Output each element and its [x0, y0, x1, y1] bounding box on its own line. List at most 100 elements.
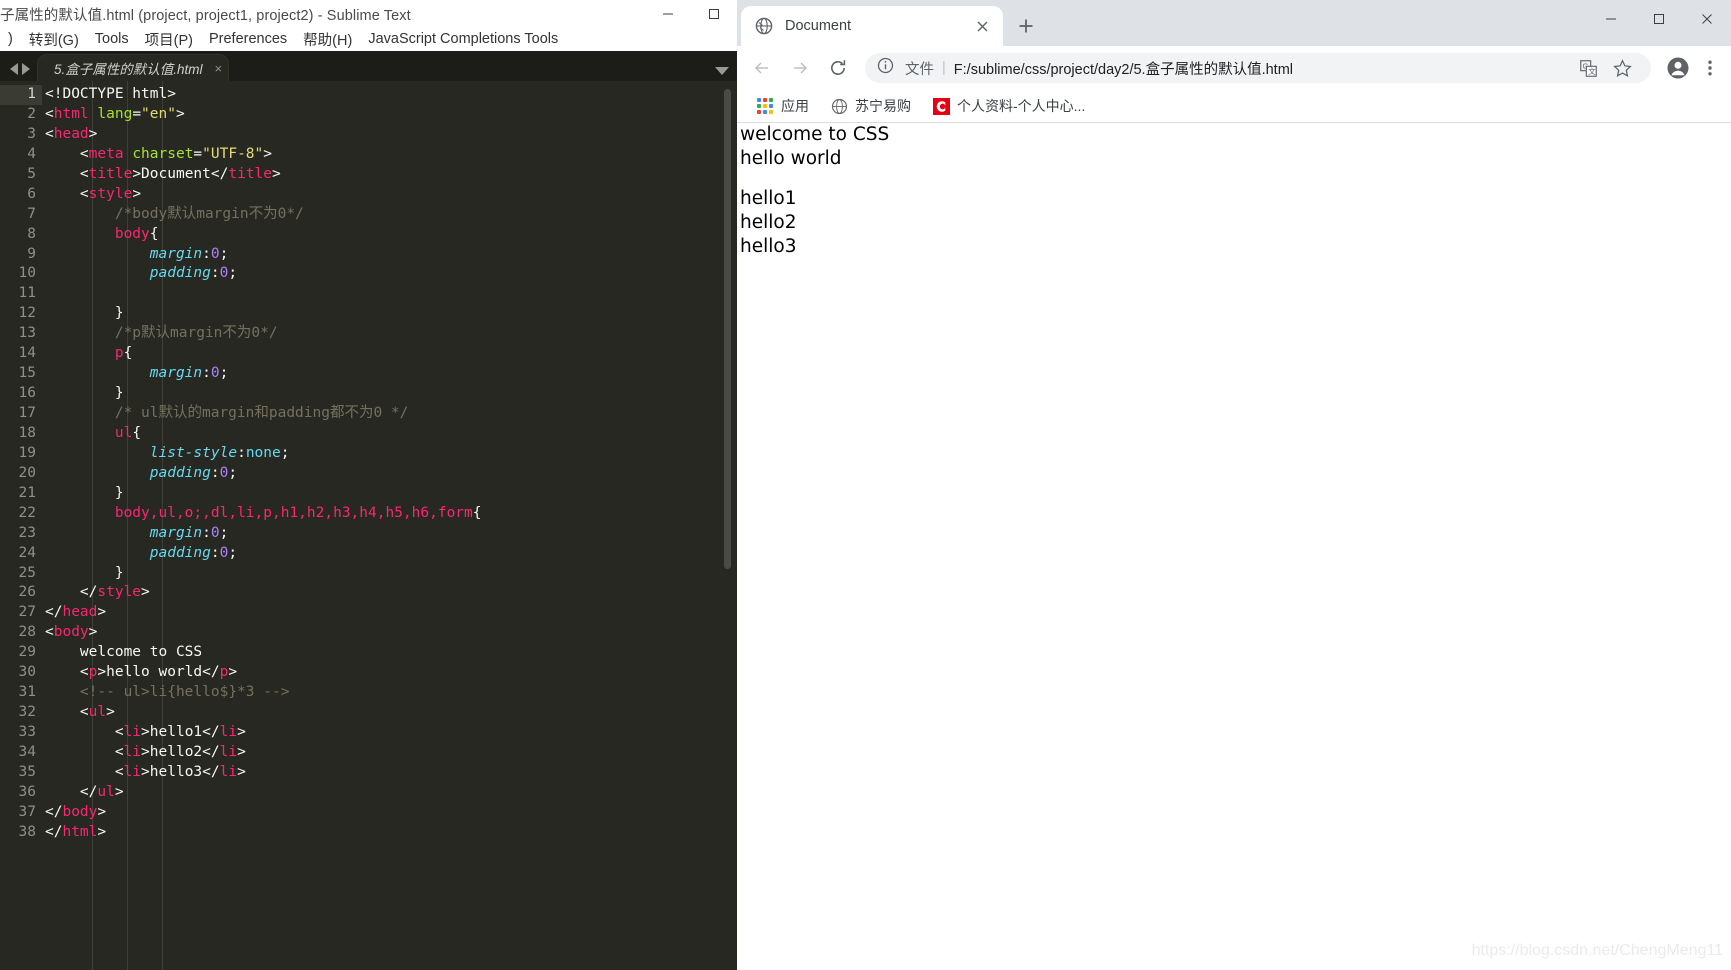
code-line[interactable]: <!DOCTYPE html>: [45, 85, 723, 105]
code-token: none: [245, 444, 281, 461]
back-arrow-icon[interactable]: [745, 51, 779, 85]
code-token: li: [123, 763, 142, 780]
tab-prev-icon[interactable]: [10, 63, 18, 75]
code-line[interactable]: </head>: [45, 603, 723, 623]
code-token: </: [202, 724, 220, 740]
chrome-minimize-button[interactable]: [1587, 0, 1635, 38]
code-line[interactable]: </style>: [45, 583, 723, 603]
code-token: </: [202, 743, 220, 760]
code-line[interactable]: p{: [45, 344, 723, 364]
menu-item-help[interactable]: 帮助(H): [295, 29, 360, 50]
editor-scrollbar[interactable]: [724, 89, 731, 569]
code-line[interactable]: <li>hello2</li>: [45, 743, 723, 763]
code-line[interactable]: margin:0;: [45, 524, 723, 544]
chrome-close-button[interactable]: [1683, 0, 1731, 38]
code-line[interactable]: }: [45, 564, 723, 584]
code-line[interactable]: </html>: [45, 823, 723, 843]
address-bar[interactable]: 文件 | F:/sublime/css/project/day2/5.盒子属性的…: [865, 53, 1651, 83]
code-line[interactable]: padding:0;: [45, 264, 723, 284]
code-token: >: [132, 185, 142, 202]
line-number: 32: [18, 704, 36, 721]
reload-icon[interactable]: [821, 51, 855, 85]
code-line[interactable]: list-style:none;: [45, 444, 723, 464]
three-dot-menu-icon[interactable]: [1695, 51, 1725, 85]
code-line[interactable]: <li>hello1</li>: [45, 723, 723, 743]
sublime-editor[interactable]: 1 2 3 4 5 6 7 8 9 10 11 12 13 14 15 16 17 18 19 20 21 22 23 24 2…: [0, 81, 737, 970]
info-circle-icon[interactable]: [877, 57, 895, 79]
tab-next-icon[interactable]: [22, 63, 30, 75]
star-icon[interactable]: [1608, 54, 1636, 82]
menu-item-preferences[interactable]: Preferences: [201, 31, 295, 47]
code-token: >: [88, 624, 98, 641]
code-line[interactable]: <style>: [45, 185, 723, 205]
code-token: >: [97, 604, 107, 621]
sublime-tabbar: 5.盒子属性的默认值.html ×: [0, 51, 737, 81]
menu-item-javascript-completions-tools[interactable]: JavaScript Completions Tools: [360, 31, 566, 47]
code-line[interactable]: padding:0;: [45, 544, 723, 564]
code-line[interactable]: margin:0;: [45, 245, 723, 265]
code-line[interactable]: }: [45, 304, 723, 324]
code-token: hello3: [149, 763, 203, 780]
code-line[interactable]: <!-- ul>li{hello$}*3 -->: [45, 683, 723, 703]
code-token: ;: [219, 365, 229, 382]
code-line[interactable]: }: [45, 384, 723, 404]
code-line[interactable]: <body>: [45, 623, 723, 643]
line-number-gutter: 1 2 3 4 5 6 7 8 9 10 11 12 13 14 15 16 17 18 19 20 21 22 23 24 2…: [0, 85, 42, 843]
code-line[interactable]: /*body默认margin不为0*/: [45, 205, 723, 225]
code-line[interactable]: ul{: [45, 424, 723, 444]
code-line[interactable]: body,ul,o;,dl,li,p,h1,h2,h3,h4,h5,h6,for…: [45, 504, 723, 524]
chevron-down-icon[interactable]: [715, 67, 729, 75]
code-line[interactable]: <ul>: [45, 703, 723, 723]
code-line[interactable]: margin:0;: [45, 364, 723, 384]
sublime-editor-tab[interactable]: 5.盒子属性的默认值.html ×: [38, 55, 229, 81]
code-line[interactable]: }: [45, 484, 723, 504]
code-line[interactable]: </ul>: [45, 783, 723, 803]
menu-item-goto[interactable]: 转到(G): [21, 29, 87, 50]
bookmark-personal-center[interactable]: 个人资料-个人中心...: [925, 94, 1093, 118]
code-line[interactable]: <li>hello3</li>: [45, 763, 723, 783]
code-token: >: [141, 584, 150, 601]
code-line[interactable]: <title>Document</title>: [45, 165, 723, 185]
code-line[interactable]: <head>: [45, 125, 723, 145]
chrome-maximize-button[interactable]: [1635, 0, 1683, 38]
code-token: :: [202, 365, 211, 382]
code-token: >: [237, 724, 246, 740]
sublime-maximize-button[interactable]: [691, 0, 737, 27]
menu-item-0[interactable]: ): [0, 31, 21, 47]
svg-text:文: 文: [1588, 66, 1596, 76]
code-line[interactable]: /*p默认margin不为0*/: [45, 324, 723, 344]
code-line[interactable]: [45, 284, 723, 304]
code-token: ;: [228, 464, 238, 481]
code-token: =: [193, 145, 203, 162]
code-token: }: [45, 564, 124, 581]
bookmark-suning[interactable]: 苏宁易购: [823, 94, 919, 118]
code-line[interactable]: <meta charset="UTF-8">: [45, 145, 723, 165]
close-icon[interactable]: ×: [215, 61, 223, 76]
chrome-window-controls: [1587, 0, 1731, 38]
close-icon[interactable]: [971, 15, 993, 37]
line-number: 12: [18, 305, 36, 322]
code-line[interactable]: body{: [45, 225, 723, 245]
code-line[interactable]: padding:0;: [45, 464, 723, 484]
new-tab-button[interactable]: [1009, 9, 1043, 43]
bookmark-apps[interactable]: 应用: [749, 94, 817, 118]
code-line[interactable]: </body>: [45, 803, 723, 823]
code-line[interactable]: <p>hello world</p>: [45, 663, 723, 683]
forward-arrow-icon[interactable]: [783, 51, 817, 85]
code-token: html: [62, 823, 98, 840]
code-content[interactable]: <!DOCTYPE html> <html lang="en"> <head> <m…: [45, 85, 723, 843]
profile-avatar-icon[interactable]: [1661, 51, 1695, 85]
browser-tab-document[interactable]: Document: [741, 6, 1003, 46]
sublime-minimize-button[interactable]: [645, 0, 691, 27]
code-line[interactable]: welcome to CSS: [45, 643, 723, 663]
translate-icon[interactable]: G 文: [1574, 54, 1602, 82]
code-line[interactable]: /* ul默认的margin和padding都不为0 */: [45, 404, 723, 424]
menu-item-project[interactable]: 项目(P): [137, 29, 201, 50]
line-number: 25: [18, 564, 36, 581]
code-line[interactable]: <html lang="en">: [45, 105, 723, 125]
code-token: <: [45, 624, 54, 641]
line-number: 18: [18, 424, 36, 441]
menu-item-tools[interactable]: Tools: [87, 31, 137, 47]
